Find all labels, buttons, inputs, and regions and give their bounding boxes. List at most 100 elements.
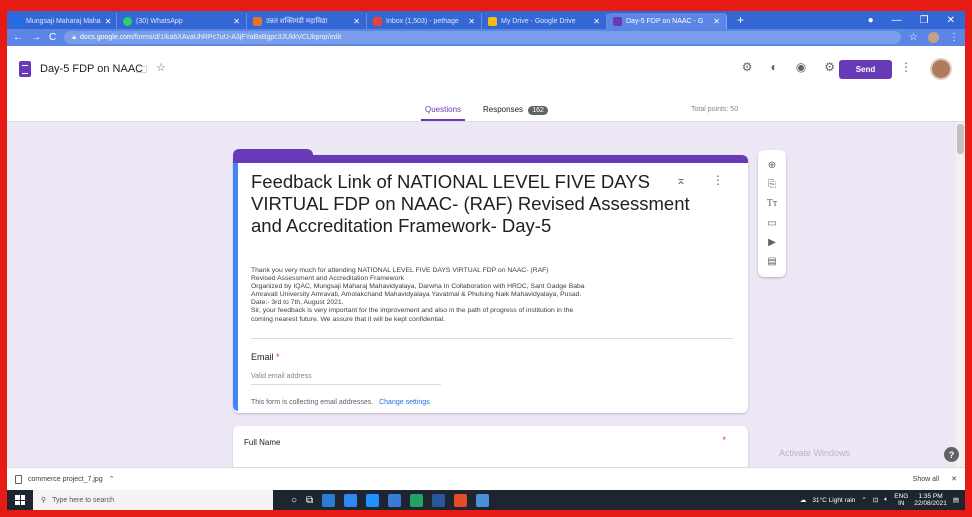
notifications-icon[interactable]: ▤ (953, 496, 959, 504)
forms-logo-icon[interactable] (19, 61, 31, 77)
store-icon[interactable] (366, 493, 380, 507)
description-line: Amravati University Amravati, Amolakchan… (251, 291, 582, 299)
browser-tab-2[interactable]: (30) WhatsApp ✕ (117, 13, 247, 29)
download-item[interactable]: commerce project_7.jpg ⌃ (15, 474, 115, 484)
show-all-button[interactable]: Show all (913, 476, 939, 483)
browser-tab-active[interactable]: Day-5 FDP on NAAC - G ✕ (607, 13, 727, 29)
add-video-icon[interactable]: ▶ (768, 237, 776, 248)
cortana-icon[interactable]: ○ (291, 495, 297, 506)
selected-card-indicator (233, 163, 238, 411)
forward-icon[interactable]: → (31, 32, 41, 43)
edge-icon[interactable] (322, 493, 336, 507)
language-indicator[interactable]: ENG IN (894, 493, 908, 507)
clock-date: 22/08/2021 (914, 500, 947, 507)
tray-chevron-icon[interactable]: ⌃ (861, 496, 866, 504)
file-explorer-icon[interactable] (344, 493, 358, 507)
chrome-icon[interactable] (454, 493, 468, 507)
description-line: Date:- 3rd to 7th, August 2021. (251, 299, 344, 307)
form-description[interactable]: Thank you very much for attending NATION… (251, 267, 721, 324)
volume-icon[interactable]: 🔈︎ (884, 496, 888, 504)
tab-responses[interactable]: Responses 162 (483, 105, 548, 115)
lang-region: IN (898, 500, 905, 507)
star-icon[interactable]: ☆ (156, 61, 166, 74)
close-tab-icon[interactable]: ✕ (713, 17, 720, 26)
chevron-up-icon[interactable]: ⌃ (109, 475, 115, 483)
close-tab-icon[interactable]: ✕ (353, 17, 360, 26)
maximize-icon[interactable]: ❐ (920, 15, 929, 26)
add-title-icon[interactable]: Tт (767, 198, 777, 209)
taskbar-apps: ○ ⧉ (291, 493, 490, 507)
excel-icon[interactable] (410, 493, 424, 507)
browser-tab-1[interactable]: Mungsaji Maharaj Maha ✕ (7, 13, 117, 29)
settings-gear-icon[interactable]: ⚙ (824, 60, 835, 74)
browser-tab-5[interactable]: My Drive - Google Drive ✕ (482, 13, 607, 29)
site-favicon (253, 16, 262, 26)
description-line: Sir, your feedback is very important for… (251, 307, 574, 315)
close-window-icon[interactable]: ✕ (947, 15, 955, 26)
more-options-icon[interactable]: ⋮ (900, 60, 912, 74)
form-title-field[interactable]: Day-5 FDP on NAAC (40, 63, 143, 75)
weather-text[interactable]: 31°C Light rain (812, 497, 855, 504)
url-path: /forms/d/1Ika6XAvaUhRPc7uU-A3jFYaBxBgpc3… (132, 34, 342, 41)
tab-questions[interactable]: Questions (425, 105, 461, 114)
url-field[interactable]: 🔒︎ docs.google.com /forms/d/1Ika6XAvaUhR… (64, 31, 902, 44)
scroll-thumb[interactable] (957, 124, 964, 154)
photos-icon[interactable] (476, 493, 490, 507)
browser-tab-3[interactable]: उन्नत शक्तिमंडी महाविद्या ✕ (247, 13, 367, 29)
folder-icon[interactable]: 🗀︎ (136, 61, 147, 80)
word-icon[interactable] (432, 493, 446, 507)
form-header-card[interactable]: Feedback Link of NATIONAL LEVEL FIVE DAY… (233, 155, 748, 413)
description-divider (251, 338, 733, 339)
responses-count-badge: 162 (528, 106, 548, 115)
close-tab-icon[interactable]: ✕ (468, 17, 475, 26)
profile-dot-icon[interactable]: ● (868, 15, 874, 26)
task-view-icon[interactable]: ⧉ (306, 495, 313, 506)
collapse-section-icon[interactable]: ⌅ (676, 173, 686, 187)
help-icon[interactable]: ? (944, 447, 959, 462)
clock[interactable]: 1:35 PM 22/08/2021 (914, 493, 947, 507)
description-line: Thank you very much for attending NATION… (251, 267, 549, 274)
add-question-icon[interactable]: ⊕ (768, 160, 776, 171)
profile-avatar[interactable] (928, 32, 939, 43)
form-tabs: Questions Responses 162 Total points: 50 (7, 101, 965, 121)
close-tab-icon[interactable]: ✕ (105, 17, 112, 26)
bookmark-star-icon[interactable]: ☆ (909, 32, 918, 43)
description-line: Revised Assessment and Accreditation Fra… (251, 275, 404, 283)
browser-tab-4[interactable]: Inbox (1,503) - pethage ✕ (367, 13, 482, 29)
add-section-icon[interactable]: ▤ (767, 256, 776, 267)
gmail-icon (373, 16, 382, 26)
minimize-icon[interactable]: — (892, 15, 902, 26)
user-avatar[interactable] (930, 58, 952, 80)
start-button[interactable] (7, 495, 33, 505)
site-favicon (13, 16, 22, 26)
mail-icon[interactable] (388, 493, 402, 507)
browser-menu-icon[interactable]: ⋮ (949, 32, 959, 43)
add-image-icon[interactable]: ▭ (767, 218, 776, 229)
preview-eye-icon[interactable]: ◉ (796, 60, 806, 74)
new-tab-icon[interactable]: + (737, 13, 744, 27)
lang-code: ENG (894, 493, 909, 500)
question-toolbar: ⊕ ⎘ Tт ▭ ▶ ▤ (758, 150, 786, 277)
close-tab-icon[interactable]: ✕ (593, 17, 600, 26)
section-menu-icon[interactable]: ⋮ (712, 173, 724, 187)
reload-icon[interactable]: C (49, 32, 56, 43)
tab-label: उन्नत शक्तिमंडी महाविद्या (266, 17, 328, 25)
lock-icon: 🔒︎ (72, 33, 76, 41)
tab-label: Day-5 FDP on NAAC - G (626, 17, 704, 25)
change-settings-link[interactable]: Change settings (379, 399, 430, 406)
import-questions-icon[interactable]: ⎘ (768, 179, 776, 190)
palette-icon[interactable]: ◐ (771, 60, 778, 74)
whatsapp-icon (123, 16, 132, 26)
send-button[interactable]: Send (839, 60, 892, 79)
form-heading[interactable]: Feedback Link of NATIONAL LEVEL FIVE DAY… (251, 171, 691, 237)
network-icon[interactable]: ⊡ (873, 496, 878, 504)
search-placeholder: Type here to search (52, 496, 115, 504)
page-scrollbar[interactable] (956, 122, 965, 467)
customize-theme-icon[interactable]: ⚙︎ (742, 60, 753, 74)
close-tab-icon[interactable]: ✕ (233, 17, 240, 26)
taskbar-search[interactable]: ⚲ Type here to search (33, 490, 273, 510)
back-icon[interactable]: ← (13, 32, 23, 43)
activate-windows-watermark: Activate Windows (779, 448, 851, 458)
question-card[interactable]: Full Name * (233, 426, 748, 471)
close-downloads-icon[interactable]: ✕ (951, 475, 957, 483)
